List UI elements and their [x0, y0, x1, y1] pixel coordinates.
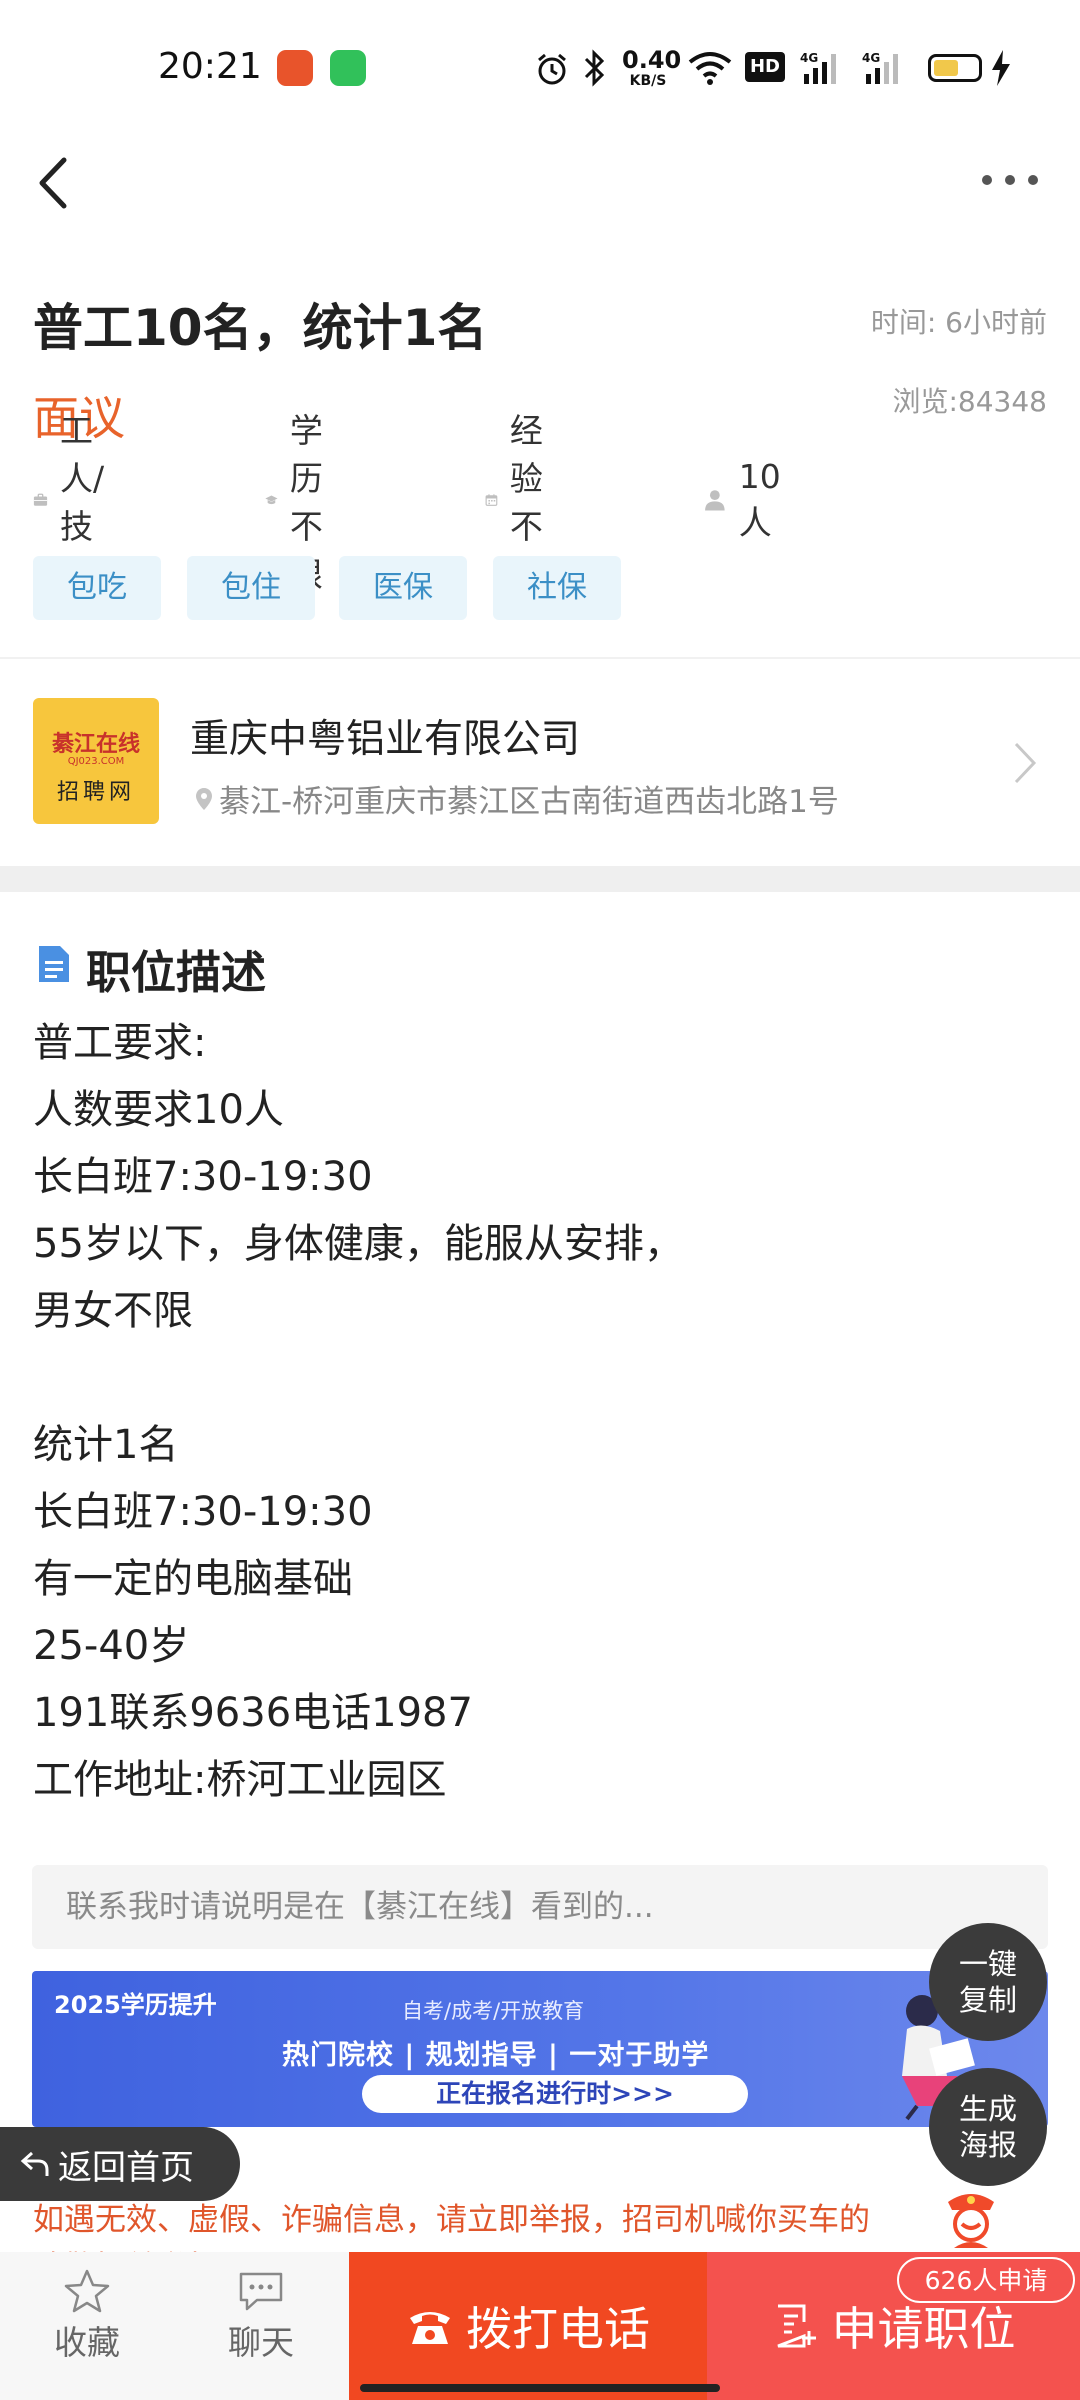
- status-time: 20:21: [158, 46, 262, 87]
- status-bar: 20:21 0.40 KB/S HD 4G 4G: [0, 0, 1080, 130]
- description-line: 人数要求10人: [33, 1087, 284, 1133]
- battery-icon: [928, 54, 982, 82]
- post-time: 时间: 6小时前: [870, 306, 1047, 339]
- signal-4g-icon: 4G: [800, 51, 836, 84]
- ad-tag: 2025学历提升: [54, 1991, 217, 2019]
- ad-subtitle: 自考/成考/开放教育: [402, 1999, 585, 2023]
- view-count: 浏览:84348: [892, 385, 1047, 418]
- star-icon: [64, 2269, 110, 2313]
- description-line: 长白班7:30-19:30: [33, 1154, 373, 1200]
- svg-text:4G: 4G: [862, 51, 880, 65]
- home-indicator[interactable]: [360, 2384, 720, 2392]
- one-click-copy-button[interactable]: 一键 复制: [929, 1923, 1047, 2041]
- briefcase-icon: [33, 493, 48, 506]
- description-line: 25-40岁: [33, 1623, 190, 1669]
- apply-form-icon: [776, 2304, 816, 2348]
- calendar-icon: [485, 494, 498, 506]
- back-icon[interactable]: [30, 148, 90, 218]
- description-line: 长白班7:30-19:30: [33, 1489, 373, 1535]
- description-line: 男女不限: [33, 1288, 193, 1334]
- alarm-icon: [538, 53, 566, 85]
- call-button[interactable]: 拨打电话: [349, 2252, 707, 2400]
- meta-headcount: 10人: [703, 457, 791, 542]
- company-logo[interactable]: 綦江在线 QJ023.COM 招聘网: [33, 698, 159, 824]
- meta-category: 工人/技工: [33, 411, 123, 594]
- job-title: 普工10名，统计1名: [33, 299, 488, 357]
- location-pin-icon: [196, 787, 212, 810]
- tag-meals: 包吃: [33, 556, 161, 620]
- phone-icon: [410, 2312, 450, 2344]
- generate-poster-button[interactable]: 生成 海报: [929, 2068, 1047, 2186]
- tag-social-security: 社保: [493, 556, 621, 620]
- company-name[interactable]: 重庆中粤铝业有限公司: [190, 708, 580, 764]
- person-icon: [705, 490, 725, 511]
- contact-note: 联系我时请说明是在【綦江在线】看到的...: [32, 1865, 1048, 1949]
- tag-medical: 医保: [339, 556, 467, 620]
- more-icon[interactable]: [975, 160, 1045, 200]
- chevron-right-icon[interactable]: [1010, 738, 1040, 788]
- document-icon: [39, 946, 69, 982]
- description-line: 工作地址:桥河工业园区: [33, 1757, 447, 1803]
- meta-experience: 经验 不限: [485, 411, 564, 594]
- description-line: [33, 1345, 1033, 1412]
- description-line: 有一定的电脑基础: [33, 1556, 353, 1602]
- charging-icon: [992, 50, 1010, 86]
- wifi-icon: [688, 52, 732, 85]
- ad-headline: 热门院校 | 规划指导 | 一对于助学: [282, 2040, 710, 2071]
- job-description: 普工要求: 人数要求10人 长白班7:30-19:30 55岁以下，身体健康，能…: [33, 1010, 1033, 1814]
- description-line: 191联系9636电话1987: [33, 1690, 473, 1736]
- description-line: 普工要求:: [33, 1020, 207, 1066]
- ad-banner[interactable]: 2025学历提升 自考/成考/开放教育 热门院校 | 规划指导 | 一对于助学 …: [32, 1971, 1048, 2127]
- police-report-icon[interactable]: [942, 2186, 1000, 2250]
- svg-text:4G: 4G: [800, 51, 818, 65]
- chat-bubble-icon: [239, 2272, 283, 2311]
- ad-cta-button[interactable]: 正在报名进行时>>>: [362, 2075, 748, 2113]
- bluetooth-icon: [584, 49, 605, 87]
- favorite-button[interactable]: 收藏: [32, 2268, 142, 2364]
- section-divider: [0, 866, 1080, 892]
- company-address: 綦江-桥河重庆市綦江区古南街道西齿北路1号: [195, 776, 839, 821]
- applicant-count-badge: 626人申请: [897, 2257, 1075, 2303]
- graduation-cap-icon: [265, 495, 278, 505]
- signal-4g-icon: 4G: [862, 51, 898, 84]
- description-line: 统计1名: [33, 1422, 179, 1468]
- app-icon-green: [330, 50, 366, 86]
- meta-education: 学历 不限: [265, 411, 344, 594]
- hd-icon: HD: [745, 52, 785, 82]
- divider: [0, 657, 1080, 659]
- section-title: 职位描述: [86, 946, 267, 999]
- tag-housing: 包住: [187, 556, 315, 620]
- return-arrow-icon: [20, 2151, 49, 2176]
- net-speed: 0.40 KB/S: [622, 46, 682, 89]
- chat-button[interactable]: 聊天: [206, 2268, 316, 2364]
- back-home-button[interactable]: 返回首页: [0, 2127, 240, 2201]
- app-icon-orange: [277, 50, 313, 86]
- description-line: 55岁以下，身体健康，能服从安排，: [33, 1221, 684, 1267]
